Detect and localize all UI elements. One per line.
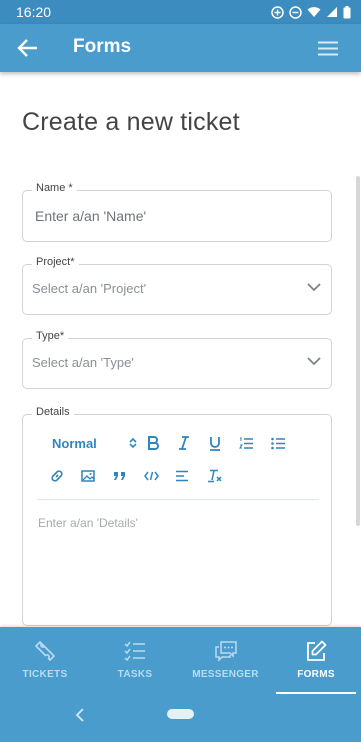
- nav-item-messenger[interactable]: MESSENGER: [180, 627, 271, 694]
- name-field: Name *: [22, 182, 332, 242]
- align-left-icon: [176, 470, 188, 482]
- chevron-down-icon: [307, 357, 321, 366]
- bullet-list-button[interactable]: [269, 430, 287, 456]
- bold-button[interactable]: [144, 430, 162, 456]
- details-editor-placeholder[interactable]: Enter a/an 'Details': [38, 516, 138, 530]
- image-button[interactable]: [79, 463, 97, 489]
- type-select[interactable]: Type* Select a/an 'Type': [22, 330, 332, 389]
- status-icons: [271, 5, 351, 19]
- bottom-navigation: TICKETS TASKS MESSENGER FORMS: [0, 627, 361, 694]
- nav-label-messenger: MESSENGER: [192, 669, 259, 680]
- name-input[interactable]: [35, 205, 315, 227]
- app-bar: Forms: [0, 24, 361, 72]
- code-icon: [143, 471, 159, 481]
- status-bar: 16:20: [0, 0, 361, 24]
- nav-label-forms: FORMS: [297, 669, 335, 680]
- tasks-icon: [124, 639, 146, 663]
- italic-icon: [179, 436, 189, 450]
- editor-toolbar-row-1: Normal: [23, 430, 323, 456]
- code-block-button[interactable]: [142, 463, 160, 489]
- status-time: 16:20: [16, 4, 52, 20]
- quote-icon: [113, 472, 125, 480]
- hamburger-menu-icon[interactable]: [318, 41, 338, 56]
- clear-format-icon: [207, 469, 222, 483]
- wifi-icon: [307, 7, 321, 17]
- app-title: Forms: [73, 36, 132, 57]
- forms-icon: [305, 639, 327, 663]
- scrollbar[interactable]: [356, 176, 360, 526]
- project-select-value: Select a/an 'Project': [32, 281, 147, 296]
- chevron-down-icon: [307, 283, 321, 292]
- details-field-label: Details: [32, 406, 74, 418]
- bold-icon: [148, 436, 159, 450]
- underline-button[interactable]: [206, 430, 224, 456]
- system-navigation-bar: [0, 694, 361, 742]
- nav-label-tasks: TASKS: [117, 669, 153, 680]
- project-field-label: Project*: [32, 256, 79, 268]
- link-icon: [51, 470, 63, 482]
- messenger-icon: [214, 639, 238, 663]
- form-content: Create a new ticket Name * Project* Sele…: [0, 72, 361, 628]
- ticket-icon: [34, 639, 56, 663]
- project-select[interactable]: Project* Select a/an 'Project': [22, 256, 332, 315]
- updown-caret-icon: [129, 437, 137, 449]
- nav-item-forms[interactable]: FORMS: [276, 627, 356, 694]
- details-editor: Details Normal Enter a/an 'Details': [22, 406, 332, 626]
- ordered-list-button[interactable]: [237, 430, 255, 456]
- clear-format-button[interactable]: [205, 463, 223, 489]
- system-back-icon[interactable]: [74, 708, 86, 722]
- heading-format-value: Normal: [52, 435, 97, 451]
- type-select-value: Select a/an 'Type': [32, 355, 134, 370]
- heading-format-select[interactable]: Normal: [52, 430, 137, 456]
- battery-icon: [343, 5, 351, 18]
- underline-icon: [210, 436, 220, 451]
- back-arrow-icon[interactable]: [17, 38, 39, 58]
- editor-toolbar-row-2: [23, 463, 323, 489]
- nav-item-tasks[interactable]: TASKS: [90, 627, 180, 694]
- page-title: Create a new ticket: [22, 108, 240, 136]
- align-button[interactable]: [173, 463, 191, 489]
- blockquote-button[interactable]: [110, 463, 128, 489]
- dnd-icon: [289, 5, 302, 19]
- link-button[interactable]: [48, 463, 66, 489]
- bullet-list-icon: [271, 437, 285, 449]
- nav-label-tickets: TICKETS: [22, 669, 68, 680]
- toolbar-divider: [37, 499, 319, 500]
- nav-item-tickets[interactable]: TICKETS: [0, 627, 90, 694]
- system-home-pill[interactable]: [167, 709, 194, 719]
- ordered-list-icon: [239, 437, 253, 449]
- type-field-label: Type*: [32, 330, 69, 342]
- image-icon: [81, 470, 95, 482]
- italic-button[interactable]: [175, 430, 193, 456]
- signal-icon: [327, 7, 337, 17]
- name-field-label: Name *: [32, 182, 77, 194]
- sync-icon: [271, 5, 284, 19]
